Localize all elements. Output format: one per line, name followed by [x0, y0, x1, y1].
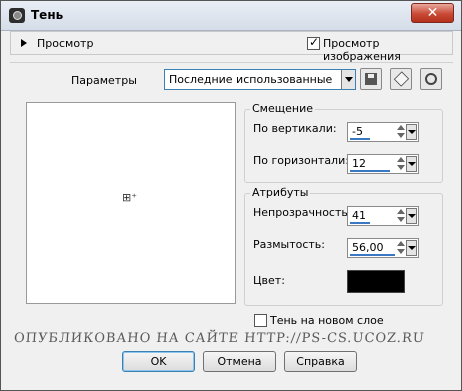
vertical-value: -5: [352, 125, 363, 138]
chevron-down-icon[interactable]: [341, 70, 355, 89]
spin-arrows-icon[interactable]: [397, 156, 406, 172]
chevron-down-icon[interactable]: [406, 240, 417, 256]
title-bar: Тень ✕: [1, 1, 461, 31]
params-label: Параметры: [71, 74, 137, 87]
chevron-down-icon[interactable]: [406, 208, 417, 224]
expand-arrow-icon[interactable]: [21, 39, 27, 47]
cancel-button[interactable]: Отмена: [203, 351, 276, 372]
dice-icon: [393, 71, 410, 87]
opacity-spinbox[interactable]: 41: [347, 206, 419, 226]
horizontal-slider-bar[interactable]: [350, 170, 390, 172]
save-preset-button[interactable]: [360, 68, 382, 90]
preview-toggle-label[interactable]: Просмотр: [37, 37, 93, 50]
reset-icon: [425, 73, 437, 85]
spin-arrows-icon[interactable]: [397, 208, 406, 224]
vertical-label: По вертикали:: [253, 122, 337, 135]
horizontal-spinbox[interactable]: 12: [347, 154, 419, 174]
help-button[interactable]: Справка: [284, 351, 357, 372]
close-button[interactable]: ✕: [411, 3, 454, 23]
preset-value: Последние использованные: [169, 73, 333, 86]
attributes-group: Атрибуты Непрозрачность: 41 Размытость: …: [244, 186, 443, 306]
chevron-down-icon[interactable]: [406, 124, 417, 140]
color-label: Цвет:: [253, 274, 285, 287]
opacity-value: 41: [352, 209, 366, 222]
shadow-color-swatch[interactable]: [347, 270, 405, 293]
crosshair-icon: ⊞⁺: [122, 191, 138, 204]
blur-spinbox[interactable]: 56,00: [347, 238, 419, 258]
chevron-down-icon[interactable]: [406, 156, 417, 172]
watermark-text: ОПУБЛИКОВАНО НА САЙТЕ HTTP://PS-CS.UCOZ.…: [13, 331, 426, 346]
divider: [10, 62, 453, 63]
vertical-spinbox[interactable]: -5: [347, 122, 419, 142]
image-preview-checkbox[interactable]: [307, 35, 320, 50]
opacity-slider-bar[interactable]: [350, 222, 370, 224]
preset-select[interactable]: Последние использованные: [164, 69, 356, 90]
randomize-button[interactable]: [390, 68, 412, 90]
image-preview-label[interactable]: Просмотр изображения: [323, 37, 452, 63]
preview-canvas[interactable]: ⊞⁺: [26, 102, 236, 304]
blur-value: 56,00: [352, 241, 384, 254]
shadow-dialog: Тень ✕ Просмотр Просмотр изображения Пар…: [0, 0, 462, 391]
save-icon: [365, 73, 377, 85]
blur-label: Размытость:: [253, 238, 325, 251]
camera-icon: [9, 8, 25, 23]
horizontal-label: По горизонтали:: [253, 154, 349, 167]
reset-button[interactable]: [420, 68, 442, 90]
spin-arrows-icon[interactable]: [397, 240, 406, 256]
offset-group: Смещение По вертикали: -5 По горизонтали…: [244, 102, 443, 183]
shadow-new-layer-label[interactable]: Тень на новом слое: [270, 314, 384, 327]
window-title: Тень: [31, 8, 64, 22]
shadow-new-layer-checkbox[interactable]: [254, 314, 267, 327]
opacity-label: Непрозрачность:: [253, 206, 352, 219]
horizontal-value: 12: [352, 157, 366, 170]
preview-bar: Просмотр Просмотр изображения: [10, 31, 453, 63]
spin-arrows-icon[interactable]: [397, 124, 406, 140]
vertical-slider-bar[interactable]: [350, 138, 370, 140]
offset-group-title: Смещение: [250, 102, 315, 115]
attributes-group-title: Атрибуты: [250, 186, 311, 199]
ok-button[interactable]: OK: [122, 351, 195, 372]
blur-slider-bar[interactable]: [350, 254, 395, 256]
